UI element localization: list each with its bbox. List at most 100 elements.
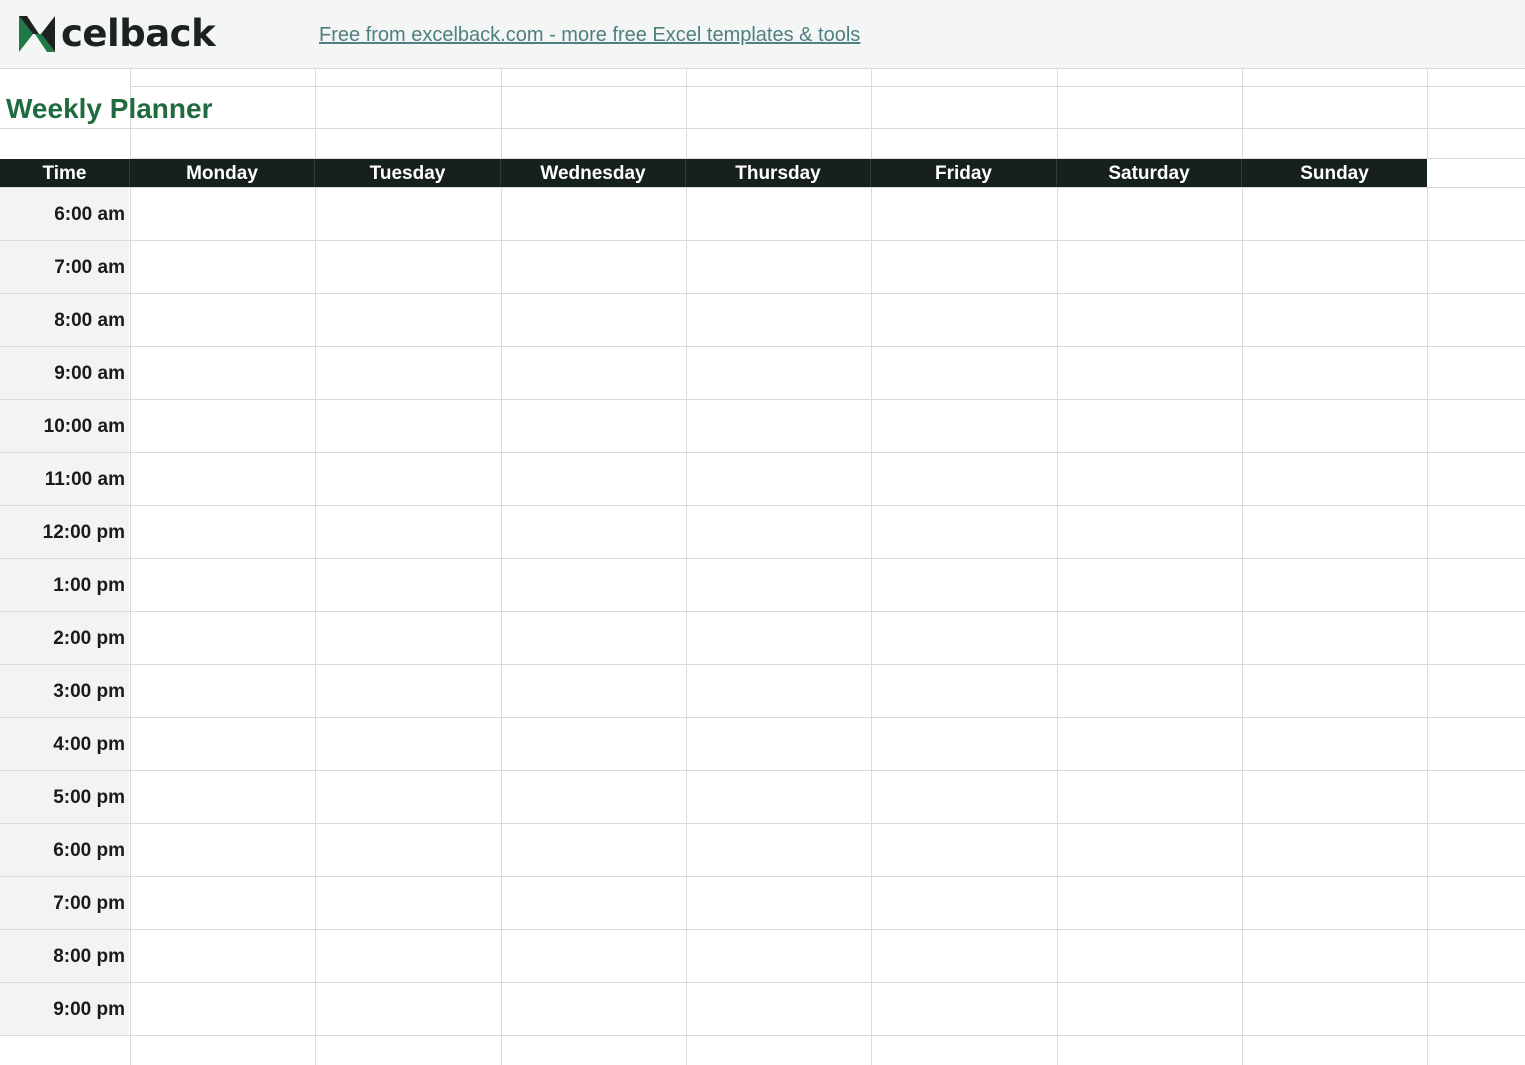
- planner-cell-saturday[interactable]: [1058, 877, 1242, 929]
- planner-cell-thursday[interactable]: [687, 559, 871, 611]
- planner-cell-sunday[interactable]: [1243, 241, 1427, 293]
- planner-cell-tuesday[interactable]: [316, 771, 501, 823]
- planner-cell-thursday[interactable]: [687, 241, 871, 293]
- planner-cell-thursday[interactable]: [687, 824, 871, 876]
- planner-cell-wednesday[interactable]: [502, 824, 686, 876]
- planner-cell-thursday[interactable]: [687, 188, 871, 240]
- planner-cell-sunday[interactable]: [1243, 453, 1427, 505]
- planner-cell-thursday[interactable]: [687, 877, 871, 929]
- planner-cell-sunday[interactable]: [1243, 877, 1427, 929]
- planner-cell-sunday[interactable]: [1243, 612, 1427, 664]
- planner-cell-friday[interactable]: [872, 453, 1057, 505]
- planner-cell-sunday[interactable]: [1243, 718, 1427, 770]
- planner-cell-saturday[interactable]: [1058, 930, 1242, 982]
- planner-cell-friday[interactable]: [872, 188, 1057, 240]
- planner-cell-wednesday[interactable]: [502, 559, 686, 611]
- planner-cell-friday[interactable]: [872, 930, 1057, 982]
- planner-cell-thursday[interactable]: [687, 983, 871, 1035]
- planner-cell-saturday[interactable]: [1058, 824, 1242, 876]
- planner-cell-tuesday[interactable]: [316, 665, 501, 717]
- planner-cell-monday[interactable]: [131, 347, 315, 399]
- planner-cell-sunday[interactable]: [1243, 506, 1427, 558]
- planner-cell-monday[interactable]: [131, 559, 315, 611]
- planner-cell-friday[interactable]: [872, 241, 1057, 293]
- planner-cell-tuesday[interactable]: [316, 294, 501, 346]
- planner-cell-sunday[interactable]: [1243, 771, 1427, 823]
- planner-cell-tuesday[interactable]: [316, 506, 501, 558]
- planner-cell-monday[interactable]: [131, 718, 315, 770]
- planner-cell-thursday[interactable]: [687, 771, 871, 823]
- excelback-logo[interactable]: celback: [17, 12, 216, 56]
- planner-cell-monday[interactable]: [131, 294, 315, 346]
- planner-cell-saturday[interactable]: [1058, 453, 1242, 505]
- planner-cell-wednesday[interactable]: [502, 930, 686, 982]
- planner-cell-monday[interactable]: [131, 983, 315, 1035]
- planner-cell-monday[interactable]: [131, 930, 315, 982]
- planner-cell-sunday[interactable]: [1243, 824, 1427, 876]
- planner-cell-friday[interactable]: [872, 612, 1057, 664]
- planner-cell-sunday[interactable]: [1243, 559, 1427, 611]
- planner-cell-wednesday[interactable]: [502, 453, 686, 505]
- planner-cell-thursday[interactable]: [687, 612, 871, 664]
- planner-cell-tuesday[interactable]: [316, 824, 501, 876]
- planner-cell-saturday[interactable]: [1058, 241, 1242, 293]
- planner-cell-wednesday[interactable]: [502, 241, 686, 293]
- planner-cell-saturday[interactable]: [1058, 665, 1242, 717]
- planner-cell-saturday[interactable]: [1058, 718, 1242, 770]
- planner-cell-saturday[interactable]: [1058, 559, 1242, 611]
- planner-cell-sunday[interactable]: [1243, 347, 1427, 399]
- planner-cell-wednesday[interactable]: [502, 294, 686, 346]
- planner-cell-friday[interactable]: [872, 665, 1057, 717]
- planner-cell-wednesday[interactable]: [502, 718, 686, 770]
- planner-cell-sunday[interactable]: [1243, 665, 1427, 717]
- planner-cell-saturday[interactable]: [1058, 347, 1242, 399]
- planner-cell-monday[interactable]: [131, 877, 315, 929]
- planner-cell-tuesday[interactable]: [316, 983, 501, 1035]
- planner-cell-monday[interactable]: [131, 506, 315, 558]
- planner-cell-monday[interactable]: [131, 241, 315, 293]
- planner-cell-sunday[interactable]: [1243, 294, 1427, 346]
- planner-cell-saturday[interactable]: [1058, 771, 1242, 823]
- planner-cell-wednesday[interactable]: [502, 665, 686, 717]
- planner-cell-thursday[interactable]: [687, 718, 871, 770]
- planner-cell-saturday[interactable]: [1058, 612, 1242, 664]
- planner-cell-tuesday[interactable]: [316, 400, 501, 452]
- planner-cell-tuesday[interactable]: [316, 612, 501, 664]
- planner-cell-tuesday[interactable]: [316, 241, 501, 293]
- planner-cell-saturday[interactable]: [1058, 188, 1242, 240]
- planner-cell-saturday[interactable]: [1058, 294, 1242, 346]
- planner-cell-monday[interactable]: [131, 612, 315, 664]
- planner-cell-wednesday[interactable]: [502, 506, 686, 558]
- planner-cell-tuesday[interactable]: [316, 877, 501, 929]
- planner-cell-sunday[interactable]: [1243, 400, 1427, 452]
- planner-cell-monday[interactable]: [131, 824, 315, 876]
- planner-cell-tuesday[interactable]: [316, 930, 501, 982]
- planner-cell-sunday[interactable]: [1243, 930, 1427, 982]
- planner-cell-saturday[interactable]: [1058, 400, 1242, 452]
- planner-cell-monday[interactable]: [131, 400, 315, 452]
- planner-cell-sunday[interactable]: [1243, 188, 1427, 240]
- planner-cell-wednesday[interactable]: [502, 188, 686, 240]
- planner-cell-friday[interactable]: [872, 400, 1057, 452]
- planner-cell-tuesday[interactable]: [316, 188, 501, 240]
- planner-cell-wednesday[interactable]: [502, 771, 686, 823]
- planner-cell-friday[interactable]: [872, 294, 1057, 346]
- planner-cell-saturday[interactable]: [1058, 506, 1242, 558]
- planner-cell-friday[interactable]: [872, 771, 1057, 823]
- planner-cell-thursday[interactable]: [687, 506, 871, 558]
- planner-cell-friday[interactable]: [872, 506, 1057, 558]
- planner-cell-thursday[interactable]: [687, 665, 871, 717]
- planner-cell-wednesday[interactable]: [502, 347, 686, 399]
- excelback-link[interactable]: Free from excelback.com - more free Exce…: [319, 24, 860, 47]
- planner-cell-wednesday[interactable]: [502, 612, 686, 664]
- planner-cell-friday[interactable]: [872, 559, 1057, 611]
- planner-cell-friday[interactable]: [872, 877, 1057, 929]
- planner-cell-friday[interactable]: [872, 824, 1057, 876]
- planner-cell-tuesday[interactable]: [316, 347, 501, 399]
- planner-cell-friday[interactable]: [872, 347, 1057, 399]
- planner-cell-monday[interactable]: [131, 771, 315, 823]
- planner-cell-friday[interactable]: [872, 983, 1057, 1035]
- planner-cell-thursday[interactable]: [687, 400, 871, 452]
- planner-cell-saturday[interactable]: [1058, 983, 1242, 1035]
- planner-cell-thursday[interactable]: [687, 347, 871, 399]
